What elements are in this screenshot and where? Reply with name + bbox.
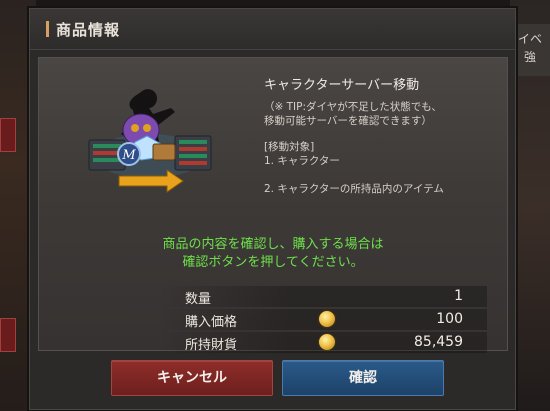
dialog-footer: キャンセル 確認 [30, 349, 515, 409]
notice-line: 確認ボタンを押してください。 [182, 255, 364, 270]
description-line: 移動可能サーバーを確認できます） [264, 115, 432, 127]
item-title: キャラクターサーバー移動 [264, 78, 420, 93]
purchase-summary: 数量 1 購入価格 100 所持財貨 85,459 [157, 286, 487, 355]
product-info-dialog: 商品情報 M キャラクターサーバー移動 （※ TIP:ダイヤが不足した状態でも、… [29, 8, 516, 410]
gold-coin-icon [319, 311, 335, 327]
gold-coin-icon [319, 334, 335, 350]
balance-value: 85,459 [414, 334, 463, 350]
cancel-button[interactable]: キャンセル [111, 360, 273, 396]
notice-line: 商品の内容を確認し、購入する場合は [162, 237, 384, 252]
price-value: 100 [436, 311, 463, 327]
description-line: （※ TIP:ダイヤが不足した状態でも、 [264, 101, 442, 113]
background-badge [0, 118, 16, 152]
description-line: 1. キャラクター [264, 155, 340, 167]
quantity-label: 数量 [185, 292, 212, 307]
item-description: （※ TIP:ダイヤが不足した状態でも、 移動可能サーバーを確認できます） [移… [264, 100, 499, 196]
price-label: 購入価格 [185, 315, 238, 330]
background-badge [0, 318, 16, 352]
quantity-row: 数量 1 [157, 286, 487, 307]
server-transfer-icon: M [79, 84, 219, 204]
description-line: 2. キャラクターの所持品内のアイテム [264, 183, 444, 195]
description-line: [移動対象] [264, 141, 315, 153]
confirm-button[interactable]: 確認 [282, 360, 444, 396]
svg-text:M: M [121, 148, 136, 163]
price-row: 購入価格 100 [157, 309, 487, 330]
dialog-title: 商品情報 [56, 21, 121, 39]
dialog-header: 商品情報 [30, 9, 515, 50]
quantity-value: 1 [454, 288, 463, 304]
header-accent-bar [46, 21, 49, 37]
product-content: M キャラクターサーバー移動 （※ TIP:ダイヤが不足した状態でも、 移動可能… [38, 57, 508, 353]
purchase-notice: 商品の内容を確認し、購入する場合は 確認ボタンを押してください。 [39, 236, 507, 272]
